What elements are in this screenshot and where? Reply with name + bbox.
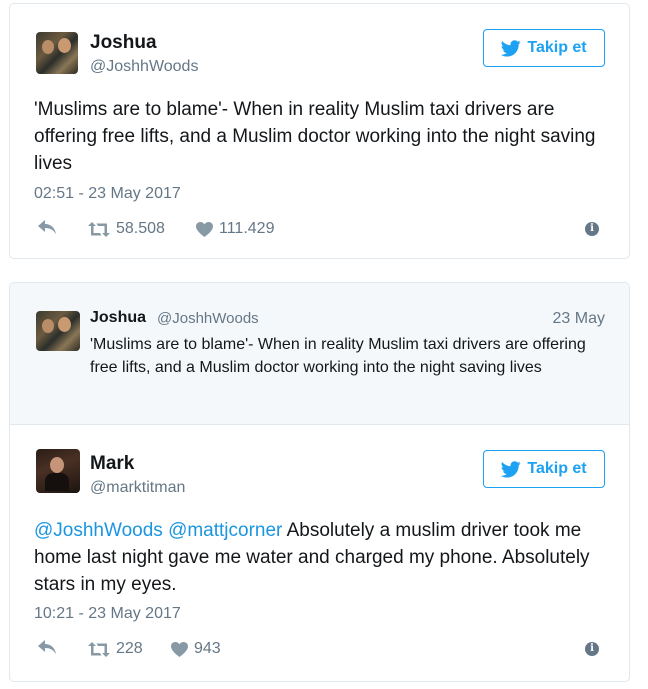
author-handle[interactable]: @JoshhWoods	[90, 58, 198, 76]
reply-icon	[38, 640, 56, 654]
tweet-text: 'Muslims are to blame'- When in reality …	[34, 99, 596, 174]
twitter-bird-icon	[501, 460, 522, 477]
tweet-timestamp[interactable]: 02:51 - 23 May 2017	[34, 185, 181, 203]
author-name[interactable]: Mark	[90, 453, 134, 475]
author-name[interactable]: Joshua	[90, 32, 157, 54]
like-button[interactable]: 943	[171, 640, 221, 658]
quoted-date[interactable]: 23 May	[553, 310, 605, 328]
retweet-button[interactable]: 228	[88, 640, 143, 658]
info-icon[interactable]: i	[585, 642, 599, 656]
reply-icon	[38, 220, 56, 234]
quoted-author-handle[interactable]: @JoshhWoods	[157, 310, 259, 327]
tweet-card-mark: Joshua @JoshhWoods 23 May 'Muslims are t…	[9, 282, 630, 682]
follow-label: Takip et	[527, 39, 587, 56]
mention-link[interactable]: @JoshhWoods	[34, 520, 163, 541]
tweet-card-joshua: Joshua @JoshhWoods Takip et 'Muslims are…	[9, 3, 630, 259]
mention-link[interactable]: @mattjcorner	[168, 520, 282, 541]
retweet-icon	[88, 221, 110, 237]
follow-button[interactable]: Takip et	[483, 29, 605, 67]
follow-label: Takip et	[527, 460, 587, 477]
avatar-mark[interactable]	[36, 449, 80, 493]
quoted-tweet[interactable]: Joshua @JoshhWoods 23 May 'Muslims are t…	[10, 283, 629, 425]
tweet-actions: 58.508 111.429 i	[34, 220, 605, 242]
like-count: 943	[194, 640, 221, 657]
tweet-actions: 228 943 i	[34, 640, 605, 662]
retweet-count: 58.508	[116, 220, 165, 237]
like-count: 111.429	[219, 220, 275, 237]
author-handle[interactable]: @marktitman	[90, 479, 185, 497]
reply-button[interactable]	[38, 640, 57, 654]
retweet-button[interactable]: 58.508	[88, 220, 165, 238]
quoted-author-name[interactable]: Joshua	[90, 309, 146, 327]
quoted-avatar-joshua[interactable]	[36, 311, 80, 351]
heart-icon	[196, 221, 213, 237]
like-button[interactable]: 111.429	[196, 220, 274, 238]
quoted-text: 'Muslims are to blame'- When in reality …	[90, 336, 586, 376]
follow-button[interactable]: Takip et	[483, 450, 605, 488]
info-icon[interactable]: i	[585, 222, 599, 236]
twitter-bird-icon	[501, 39, 522, 56]
heart-icon	[171, 641, 188, 657]
avatar-joshua[interactable]	[36, 32, 78, 74]
tweet-timestamp[interactable]: 10:21 - 23 May 2017	[34, 605, 181, 623]
reply-button[interactable]	[38, 220, 57, 234]
retweet-icon	[88, 641, 110, 657]
retweet-count: 228	[116, 640, 143, 657]
tweet-text: @JoshhWoods @mattjcorner Absolutely a mu…	[34, 517, 604, 598]
